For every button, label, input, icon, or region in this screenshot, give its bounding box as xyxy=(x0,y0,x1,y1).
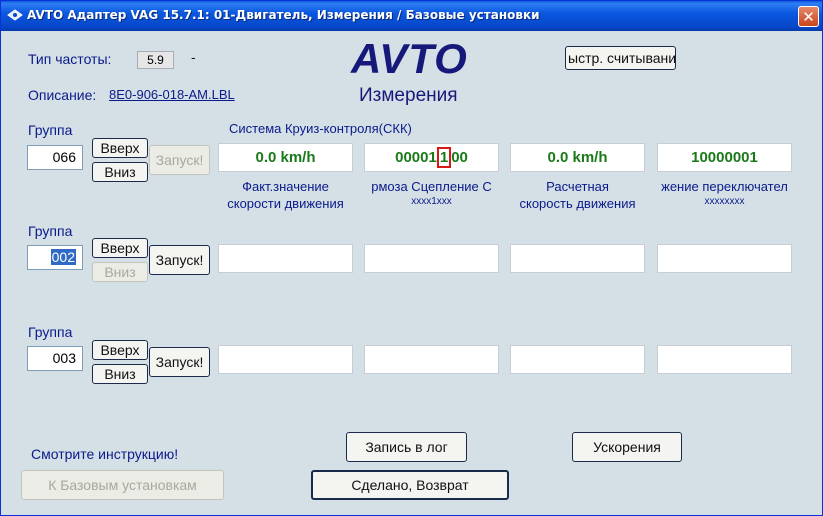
page-subtitle: Измерения xyxy=(359,85,458,106)
group-1-field-3: 0.0 km/h xyxy=(510,143,645,172)
group-1-system-title: Система Круиз-контроля(СКК) xyxy=(229,121,412,136)
description-label: Описание: xyxy=(28,87,97,103)
app-icon xyxy=(7,9,23,21)
acceleration-button[interactable]: Ускорения xyxy=(572,432,682,462)
group-2-field-1 xyxy=(218,244,353,273)
freq-dash: - xyxy=(191,49,196,65)
fast-read-button[interactable]: ыстр. считывани xyxy=(565,46,676,70)
group-1-desc-2: рмоза Сцепление С xxxx1xxx xyxy=(364,178,499,209)
description-link[interactable]: 8E0-906-018-AM.LBL xyxy=(109,87,235,102)
basic-settings-button[interactable]: К Базовым установкам xyxy=(21,470,224,500)
desc-line: Факт.значение xyxy=(242,179,329,194)
group-1-field-2: 00001 1 00 xyxy=(364,143,499,172)
group-2-number-input[interactable]: 002 xyxy=(27,245,83,270)
desc-line: скорость движения xyxy=(519,196,636,211)
field-2-suffix: 00 xyxy=(451,149,468,166)
group-3-field-1 xyxy=(218,345,353,374)
group-1-number-input[interactable]: 066 xyxy=(27,145,83,170)
group-1-label: Группа xyxy=(28,122,73,138)
desc-line: жение переключател xyxy=(661,179,788,194)
group-1-field-4: 10000001 xyxy=(657,143,792,172)
group-2-start-button[interactable]: Запуск! xyxy=(149,245,210,275)
group-3-label: Группа xyxy=(28,324,73,340)
title-bar: AVTO Адаптер VAG 15.7.1: 01-Двигатель, И… xyxy=(1,1,822,31)
highlighted-bit: 1 xyxy=(436,147,452,168)
group-3-down-button[interactable]: Вниз xyxy=(92,364,148,384)
brand-logo: AVTO xyxy=(351,35,468,82)
group-1-up-button[interactable]: Вверх xyxy=(92,138,148,158)
group-2-down-button[interactable]: Вниз xyxy=(92,262,148,282)
group-1-down-button[interactable]: Вниз xyxy=(92,162,148,182)
desc-line: xxxx1xxx xyxy=(411,196,452,207)
group-3-number-input[interactable]: 003 xyxy=(27,346,83,371)
group-3-field-4 xyxy=(657,345,792,374)
desc-line: скорости движения xyxy=(227,196,344,211)
window-title: AVTO Адаптер VAG 15.7.1: 01-Двигатель, И… xyxy=(27,8,540,22)
desc-line: xxxxxxxx xyxy=(704,196,745,207)
freq-type-value: 5.9 xyxy=(137,51,174,69)
log-record-button[interactable]: Запись в лог xyxy=(346,432,467,462)
group-1-field-1: 0.0 km/h xyxy=(218,143,353,172)
group-2-field-3 xyxy=(510,244,645,273)
group-2-field-2 xyxy=(364,244,499,273)
done-return-button[interactable]: Сделано, Возврат xyxy=(311,470,509,500)
group-1-start-button[interactable]: Запуск! xyxy=(149,145,210,175)
group-2-number-selected: 002 xyxy=(50,249,76,265)
group-2-label: Группа xyxy=(28,223,73,239)
group-1-desc-4: жение переключател xxxxxxxx xyxy=(657,178,792,209)
group-2-field-4 xyxy=(657,244,792,273)
group-2-up-button[interactable]: Вверх xyxy=(92,238,148,258)
field-2-prefix: 00001 xyxy=(395,149,437,166)
desc-line: Расчетная xyxy=(546,179,609,194)
group-1-desc-1: Факт.значение скорости движения xyxy=(218,178,353,212)
group-3-up-button[interactable]: Вверх xyxy=(92,340,148,360)
instructions-hint: Смотрите инструкцию! xyxy=(31,446,179,462)
freq-type-label: Тип частоты: xyxy=(28,51,112,67)
desc-line: рмоза Сцепление С xyxy=(371,179,492,194)
group-3-field-2 xyxy=(364,345,499,374)
group-3-field-3 xyxy=(510,345,645,374)
app-window: AVTO Адаптер VAG 15.7.1: 01-Двигатель, И… xyxy=(0,0,823,516)
group-3-start-button[interactable]: Запуск! xyxy=(149,347,210,377)
close-icon[interactable]: ✕ xyxy=(798,6,819,27)
group-1-desc-3: Расчетная скорость движения xyxy=(510,178,645,212)
